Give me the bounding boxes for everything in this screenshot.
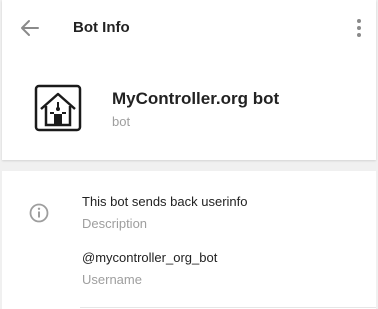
description-value[interactable]: This bot sends back userinfo <box>82 194 247 209</box>
username-label: Username <box>82 272 142 287</box>
description-label: Description <box>82 216 148 231</box>
avatar[interactable] <box>34 84 82 132</box>
profile-card: Bot Info MyController.org bot bot <box>2 0 376 160</box>
more-vertical-icon <box>357 19 361 37</box>
house-logo-icon <box>34 84 82 132</box>
arrow-left-icon <box>21 20 39 36</box>
back-button[interactable] <box>16 16 44 40</box>
divider <box>80 307 376 308</box>
info-section: This bot sends back userinfo Description… <box>2 171 376 309</box>
bot-name: MyController.org bot <box>112 89 280 108</box>
info-icon <box>28 202 50 224</box>
toolbar: Bot Info <box>2 0 376 56</box>
more-options-button[interactable] <box>352 14 366 42</box>
page-title: Bot Info <box>73 19 130 36</box>
bot-status: bot <box>112 114 131 129</box>
username-value[interactable]: @mycontroller_org_bot <box>82 250 217 265</box>
